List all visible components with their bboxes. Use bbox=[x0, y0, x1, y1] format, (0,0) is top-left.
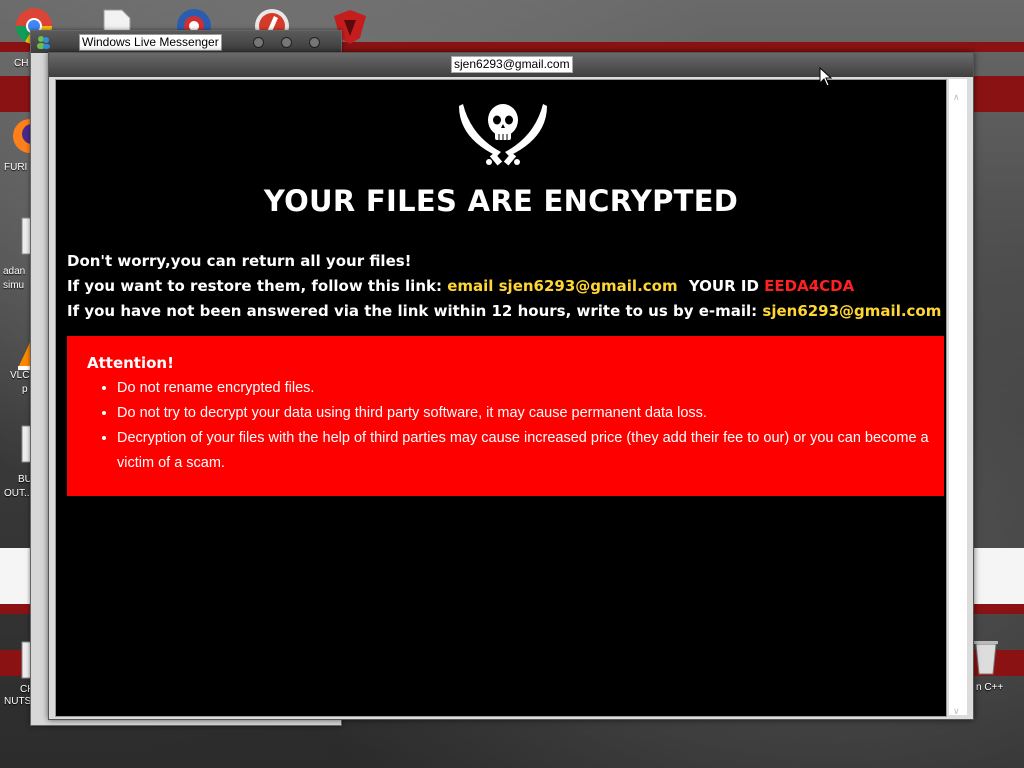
attention-item: Do not try to decrypt your data using th… bbox=[117, 401, 944, 426]
desk-label: FURI bbox=[4, 162, 28, 173]
attention-item: Do not rename encrypted files. bbox=[117, 376, 944, 401]
attention-box: Attention! Do not rename encrypted files… bbox=[67, 336, 944, 496]
scroll-up-arrow[interactable]: ∧ bbox=[953, 93, 960, 103]
desk-label: n C++ bbox=[976, 682, 1004, 693]
attention-list: Do not rename encrypted files. Do not tr… bbox=[89, 376, 944, 476]
desk-label: simu bbox=[3, 280, 25, 291]
note-line-2: If you want to restore them, follow this… bbox=[67, 277, 854, 295]
minimize-button[interactable] bbox=[253, 37, 264, 48]
mouse-cursor-icon bbox=[819, 67, 833, 87]
desk-label: adan bbox=[3, 266, 26, 277]
note-window-title: sjen6293@gmail.com bbox=[451, 56, 573, 73]
victim-id: EEDA4CDA bbox=[764, 277, 855, 295]
desk-label: VLC bbox=[10, 370, 30, 381]
messenger-title: Windows Live Messenger bbox=[79, 34, 222, 51]
messenger-people-icon bbox=[37, 36, 50, 49]
desk-label: OUT... bbox=[4, 488, 33, 499]
messenger-titlebar[interactable]: Windows Live Messenger bbox=[31, 31, 341, 53]
contact-email[interactable]: sjen6293@gmail.com bbox=[762, 302, 941, 320]
desk-label: p bbox=[22, 384, 28, 395]
attention-item: Decryption of your files with the help o… bbox=[117, 426, 944, 476]
id-label: YOUR ID bbox=[688, 277, 765, 295]
close-button[interactable] bbox=[309, 37, 320, 48]
maximize-button[interactable] bbox=[281, 37, 292, 48]
attention-title: Attention! bbox=[87, 354, 174, 372]
note-line-1: Don't worry,you can return all your file… bbox=[67, 252, 412, 270]
desk-label: NUTS bbox=[4, 696, 32, 707]
note-line-3: If you have not been answered via the li… bbox=[67, 302, 941, 320]
ransom-note-window[interactable]: sjen6293@gmail.com YOUR FILES ARE ENCRYP… bbox=[48, 52, 974, 720]
email-link[interactable]: email sjen6293@gmail.com bbox=[447, 277, 677, 295]
vertical-scrollbar[interactable]: ∧ ∨ bbox=[949, 79, 967, 717]
ransom-note-content: YOUR FILES ARE ENCRYPTED Don't worry,you… bbox=[55, 79, 947, 717]
skull-crossbones-icon bbox=[459, 104, 547, 166]
desk-label: CH bbox=[14, 58, 29, 69]
scroll-down-arrow[interactable]: ∨ bbox=[953, 707, 960, 717]
note-line-3-prefix: If you have not been answered via the li… bbox=[67, 302, 763, 320]
note-line-1-text: Don't worry,you can return all your file… bbox=[67, 252, 412, 270]
note-line-2-prefix: If you want to restore them, follow this… bbox=[67, 277, 448, 295]
ransom-headline: YOUR FILES ARE ENCRYPTED bbox=[263, 184, 739, 218]
